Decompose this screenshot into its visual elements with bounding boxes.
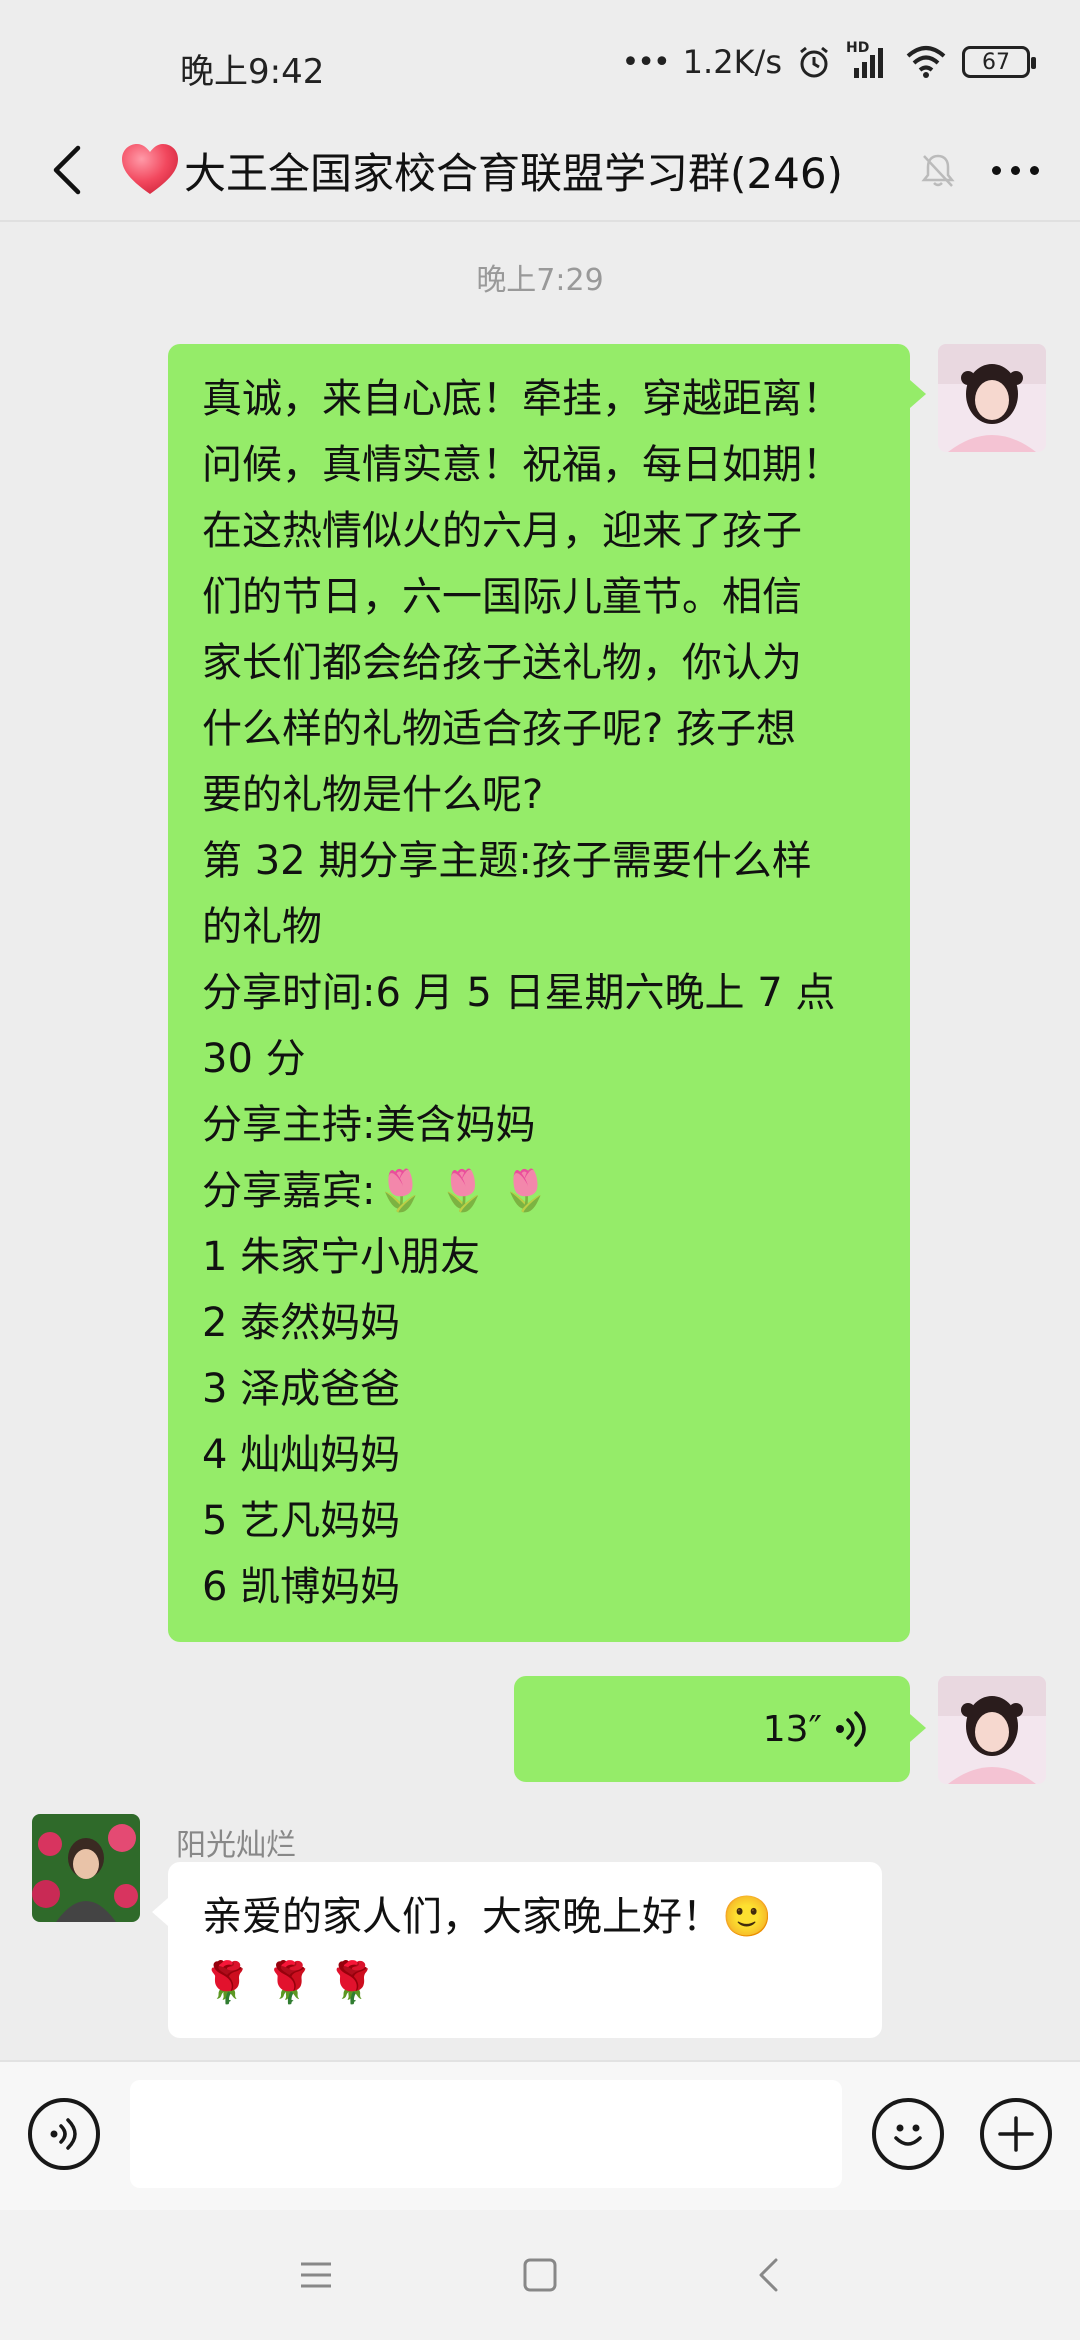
message-line: 分享时间:6 月 5 日星期六晚上 7 点 xyxy=(202,970,836,1016)
message-line: 30 分 xyxy=(202,1036,306,1082)
network-speed: 1.2K/s xyxy=(682,43,782,81)
message-line: 在这热情似火的六月，迎来了孩子 xyxy=(202,508,802,554)
message-line: 第 32 期分享主题:孩子需要什么样 xyxy=(202,838,812,884)
home-nav-button[interactable] xyxy=(510,2245,570,2305)
message-line: 🌹 🌹 🌹 xyxy=(202,1960,377,2006)
title-divider xyxy=(0,220,1080,222)
voice-duration: 13″ xyxy=(762,1708,822,1750)
self-avatar[interactable] xyxy=(938,1676,1046,1784)
message-bubble-self[interactable]: 真诚，来自心底！牵挂，穿越距离！ 问候，真情实意！祝福，每日如期！ 在这热情似火… xyxy=(168,344,926,1642)
message-line: 要的礼物是什么呢? xyxy=(202,772,544,818)
menu-nav-button[interactable] xyxy=(286,2245,346,2305)
message-line: 1 朱家宁小朋友 xyxy=(202,1234,481,1280)
dots-icon: ••• xyxy=(621,44,671,80)
battery-icon: 67 xyxy=(962,46,1036,78)
message-line: 什么样的礼物适合孩子呢? 孩子想 xyxy=(202,706,796,752)
self-avatar[interactable] xyxy=(938,344,1046,452)
message-line: 2 泰然妈妈 xyxy=(202,1300,401,1346)
sender-name: 阳光灿烂 xyxy=(176,1828,296,1863)
heart-icon xyxy=(122,144,178,194)
signal-icon: HD xyxy=(846,40,890,80)
more-dots-icon[interactable] xyxy=(970,140,1060,200)
voice-wave-icon xyxy=(836,1711,866,1747)
message-line: 6 凯博妈妈 xyxy=(202,1564,401,1610)
message-line: 的礼物 xyxy=(202,904,322,950)
message-line: 3 泽成爸爸 xyxy=(202,1366,401,1412)
message-line: 问候，真情实意！祝福，每日如期！ xyxy=(202,442,842,488)
input-bar xyxy=(0,2060,1080,2210)
back-nav-button[interactable] xyxy=(738,2245,798,2305)
message-line: 真诚，来自心底！牵挂，穿越距离！ xyxy=(202,376,842,422)
message-input[interactable] xyxy=(130,2080,842,2188)
sender-avatar[interactable] xyxy=(32,1814,140,1922)
voice-message-bubble[interactable]: 13″ xyxy=(514,1676,926,1782)
voice-toggle-button[interactable] xyxy=(28,2098,100,2170)
message-line: 4 灿灿妈妈 xyxy=(202,1432,401,1478)
message-line: 亲爱的家人们，大家晚上好！🙂 xyxy=(202,1894,772,1940)
message-line: 5 艺凡妈妈 xyxy=(202,1498,401,1544)
home-square-icon xyxy=(523,2258,557,2292)
back-button[interactable] xyxy=(28,130,108,210)
message-line: 分享嘉宾:🌷 🌷 🌷 xyxy=(202,1168,551,1214)
emoji-icon xyxy=(894,2124,922,2146)
battery-level: 67 xyxy=(982,49,1010,75)
voice-toggle-icon xyxy=(50,2118,77,2150)
mute-bell-icon xyxy=(921,154,955,187)
system-nav-bar xyxy=(0,2210,1080,2340)
add-button[interactable] xyxy=(980,2098,1052,2170)
emoji-button[interactable] xyxy=(872,2098,944,2170)
chat-timestamp: 晚上7:29 xyxy=(476,263,604,298)
alarm-icon xyxy=(800,46,828,78)
message-line: 家长们都会给孩子送礼物，你认为 xyxy=(202,640,802,686)
wifi-icon xyxy=(906,46,946,78)
chat-title-text: 大王全国家校合育联盟学习群(246) xyxy=(184,148,843,198)
status-bar: 晚上9:42 ••• 1.2K/s HD 67 xyxy=(0,0,1080,130)
message-bubble-other[interactable]: 亲爱的家人们，大家晚上好！🙂 🌹 🌹 🌹 xyxy=(152,1862,882,2038)
menu-icon xyxy=(301,2262,331,2288)
back-triangle-icon xyxy=(759,2258,778,2292)
message-line: 们的节日，六一国际儿童节。相信 xyxy=(202,574,802,620)
message-line: 分享主持:美含妈妈 xyxy=(202,1102,536,1148)
back-arrow-icon xyxy=(53,145,81,195)
status-indicators: ••• 1.2K/s HD 67 xyxy=(621,40,1036,84)
add-icon xyxy=(998,2116,1034,2152)
chat-title: 大王全国家校合育联盟学习群(246) xyxy=(120,132,920,208)
status-time: 晚上9:42 xyxy=(180,52,325,92)
title-bar: 大王全国家校合育联盟学习群(246) xyxy=(0,120,1080,220)
